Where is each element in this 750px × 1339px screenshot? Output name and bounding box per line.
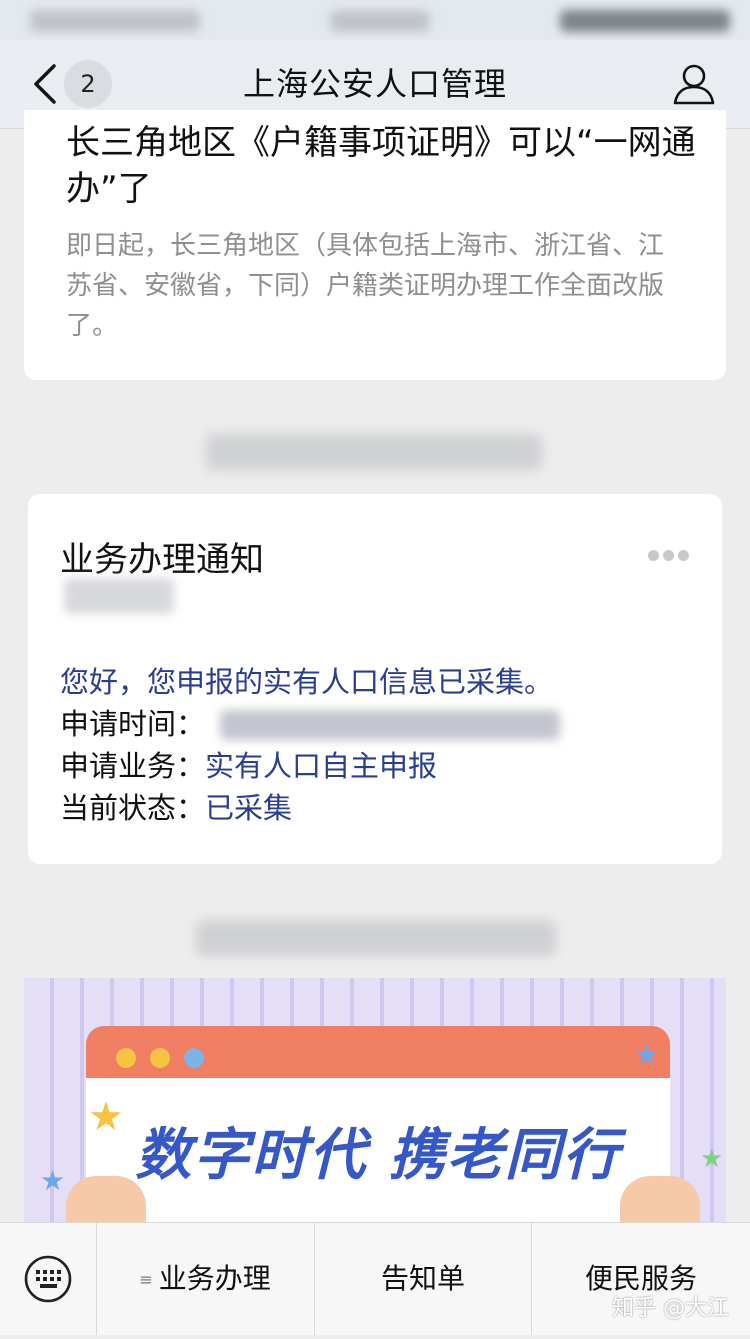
notice-title: 业务办理通知 (60, 540, 264, 580)
keyboard-icon (24, 1255, 72, 1303)
apply-business-row: 申请业务：实有人口自主申报 (60, 746, 437, 786)
status-value: 已采集 (205, 791, 293, 825)
status-time-blur (330, 10, 430, 32)
star-icon: ★ (634, 1038, 660, 1071)
status-battery-blur (560, 10, 730, 32)
message-timestamp (196, 920, 556, 956)
star-icon: ★ (40, 1164, 66, 1197)
status-carrier-blur (30, 10, 200, 32)
article-title[interactable]: 长三角地区《户籍事项证明》可以“一网通办”了 (66, 120, 696, 212)
article-card[interactable]: 长三角地区《户籍事项证明》可以“一网通办”了 即日起，长三角地区（具体包括上海市… (24, 110, 726, 380)
source-watermark: 知乎 @大江 (612, 1296, 729, 1321)
article-summary: 即日起，长三角地区（具体包括上海市、浙江省、江苏省、安徽省，下同）户籍类证明办理… (66, 231, 665, 341)
promo-banner[interactable]: 数字时代 携老同行 ★ ★ ★ ★ (24, 978, 726, 1224)
apply-business-label: 申请业务： (60, 749, 206, 783)
notice-card[interactable]: 业务办理通知 您好，您申报的实有人口信息已采集。 申请时间： 申请业务：实有人口… (28, 494, 722, 864)
dot-icon (648, 550, 659, 561)
status-label: 当前状态： (60, 791, 206, 825)
banner-window-illustration: 数字时代 携老同行 (86, 1026, 670, 1224)
notice-date-blur (64, 578, 174, 614)
profile-button[interactable] (672, 62, 716, 106)
star-icon: ★ (88, 1094, 124, 1140)
menu-business-label: 业务办理 (158, 1262, 271, 1295)
hand-illustration (620, 1176, 700, 1224)
window-header (86, 1026, 670, 1078)
apply-time-row: 申请时间： (60, 704, 205, 744)
window-dot-icon (184, 1048, 204, 1068)
dot-icon (678, 550, 689, 561)
apply-time-label: 申请时间： (60, 707, 206, 741)
apply-time-value-blur (220, 710, 560, 740)
hand-illustration (66, 1176, 146, 1224)
menu-business[interactable]: ≡ 业务办理 (96, 1223, 315, 1335)
status-row: 当前状态：已采集 (60, 788, 292, 828)
dot-icon (663, 550, 674, 561)
window-dot-icon (150, 1048, 170, 1068)
more-options-button[interactable] (648, 546, 696, 561)
apply-business-value: 实有人口自主申报 (205, 749, 438, 783)
banner-headline: 数字时代 携老同行 (135, 1123, 621, 1188)
user-icon (673, 64, 715, 105)
status-bar (0, 0, 750, 40)
keyboard-toggle-button[interactable] (0, 1223, 97, 1335)
message-timestamp (206, 434, 542, 470)
submenu-icon: ≡ (139, 1270, 153, 1289)
menu-notice-form-label: 告知单 (380, 1262, 465, 1295)
menu-notice-form[interactable]: 告知单 (315, 1223, 532, 1335)
window-dot-icon (116, 1048, 136, 1068)
notice-greeting: 您好，您申报的实有人口信息已采集。 (60, 665, 554, 699)
star-icon: ★ (700, 1144, 724, 1174)
